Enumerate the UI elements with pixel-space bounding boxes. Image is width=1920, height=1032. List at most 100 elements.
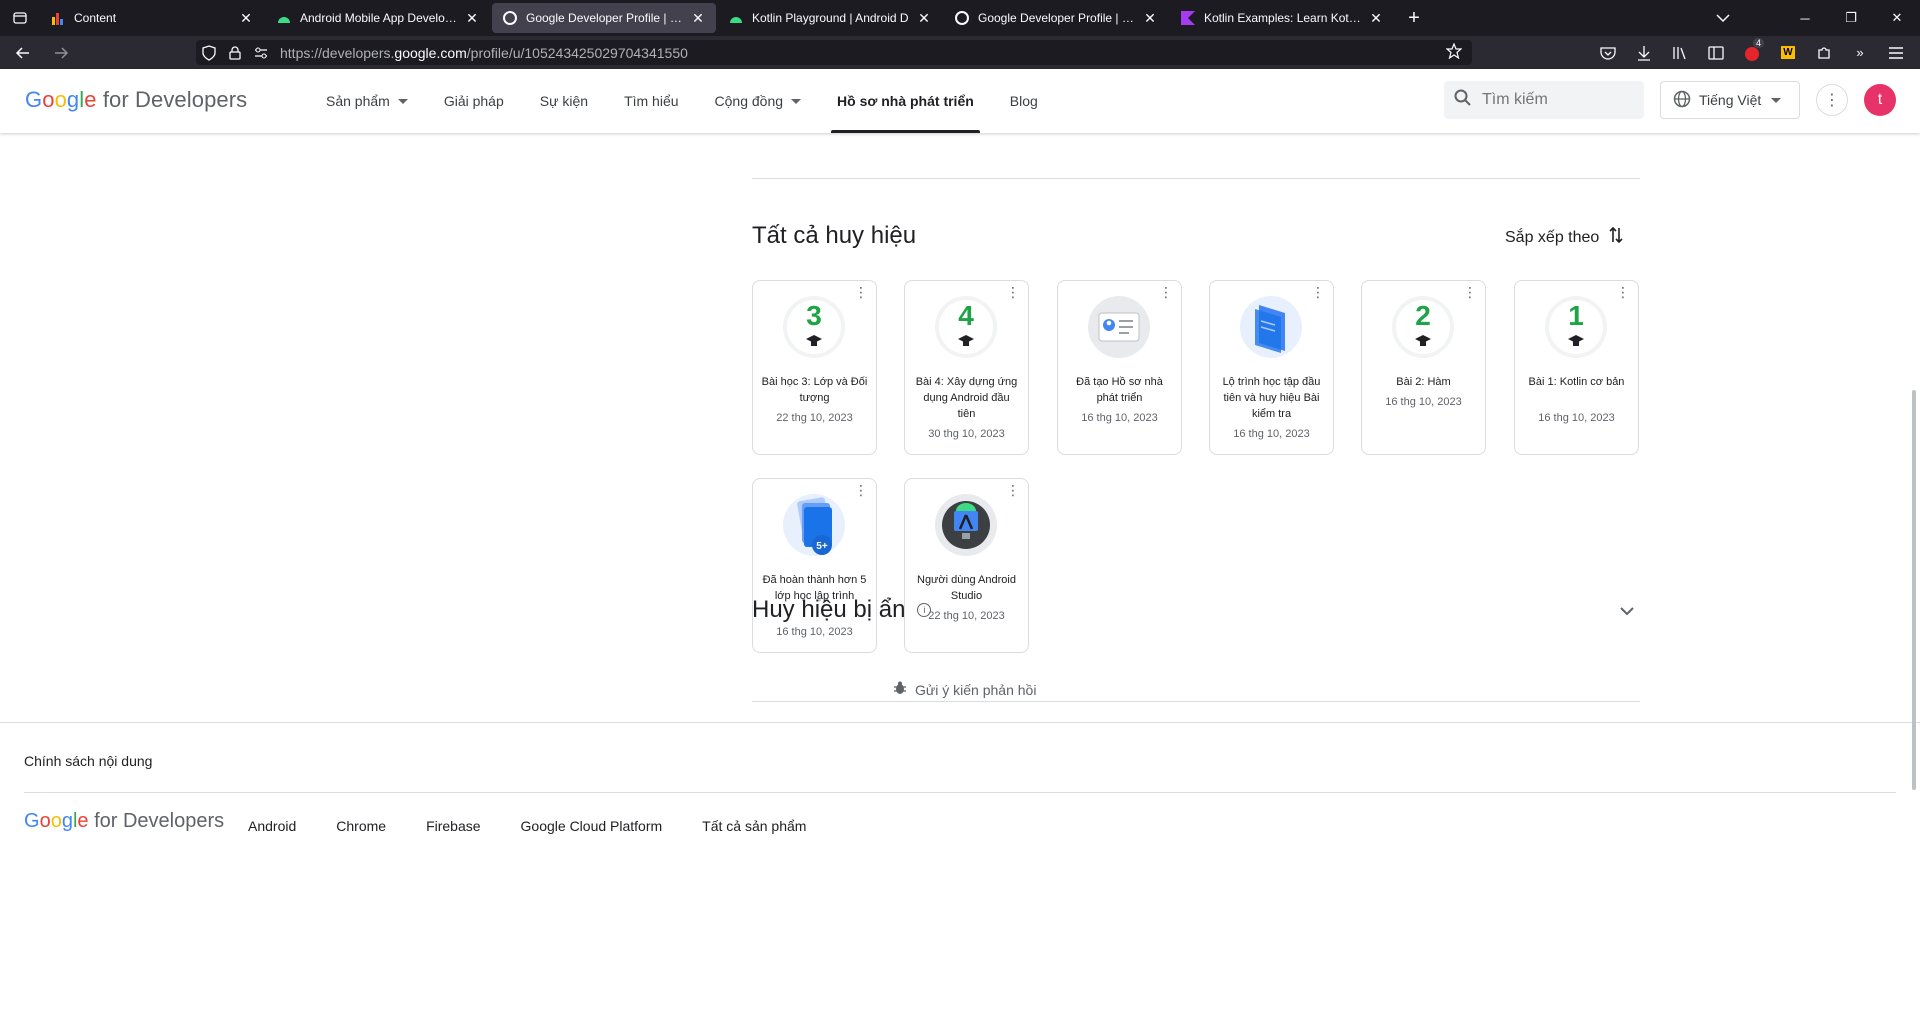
more-vertical-icon[interactable]: ⋮ (1311, 285, 1325, 299)
google-for-developers-logo[interactable]: Google for Developers (25, 87, 247, 113)
footer-link-chrome[interactable]: Chrome (336, 818, 386, 834)
more-vertical-icon[interactable]: ⋮ (1463, 285, 1477, 299)
app-menu-icon[interactable] (1878, 36, 1914, 69)
close-tab-icon[interactable]: ✕ (1368, 10, 1384, 26)
lock-icon[interactable] (222, 45, 248, 60)
chart-favicon-icon (50, 10, 66, 26)
badge-card[interactable]: ⋮ 2 Bài 2: Hàm 16 thg 10, 2023 (1361, 280, 1486, 455)
download-icon[interactable] (1626, 36, 1662, 69)
sort-button[interactable]: Sắp xếp theo (1505, 226, 1623, 249)
close-tab-icon[interactable]: ✕ (916, 10, 932, 26)
footer-link-android[interactable]: Android (248, 818, 296, 834)
more-vertical-icon[interactable]: ⋮ (1006, 285, 1020, 299)
nav-item-learn[interactable]: Tìm hiểu (606, 69, 696, 133)
close-tab-icon[interactable]: ✕ (690, 10, 706, 26)
nav-item-community[interactable]: Cộng đồng (697, 69, 820, 133)
nav-item-events[interactable]: Sự kiện (522, 69, 606, 133)
permissions-icon[interactable] (248, 47, 274, 59)
pocket-icon[interactable] (1590, 36, 1626, 69)
browser-nav-bar: https://developers.google.com/profile/u/… (0, 36, 1920, 69)
send-feedback-link[interactable]: Gửi ý kiến phản hồi (893, 681, 1036, 698)
info-icon[interactable]: i (917, 603, 932, 617)
main-content: Tất cả huy hiệu Sắp xếp theo ⋮ 3 Bài học… (0, 133, 1920, 1032)
content-policy-link[interactable]: Chính sách nội dung (24, 753, 152, 769)
forward-icon[interactable] (46, 38, 76, 68)
badge-card[interactable]: ⋮ 1 Bài 1: Kotlin cơ bản 16 thg 10, 2023 (1514, 280, 1639, 455)
hidden-badges-title[interactable]: Huy hiệu bị ẩn i (752, 596, 932, 624)
badge-card[interactable]: ⋮ Lộ trình học tập đầu tiên và huy hiệu … (1209, 280, 1334, 455)
badge-name: Lộ trình học tập đầu tiên và huy hiệu Bà… (1222, 376, 1321, 420)
badge-card[interactable]: ⋮ Người dùng Android Studio 22 thg 10, 2… (904, 478, 1029, 653)
avatar[interactable]: t (1864, 84, 1896, 116)
bookmark-star-icon[interactable] (1445, 42, 1463, 62)
chevron-down-icon[interactable] (1620, 603, 1634, 621)
google-favicon-icon (502, 10, 518, 26)
url-bar[interactable]: https://developers.google.com/profile/u/… (196, 40, 1472, 65)
close-tab-icon[interactable]: ✕ (464, 10, 480, 26)
browser-tab-active[interactable]: Google Developer Profile | Goo ✕ (492, 3, 716, 33)
list-all-tabs-icon[interactable] (1705, 0, 1741, 36)
section-divider (752, 178, 1640, 179)
minimize-icon[interactable]: ─ (1782, 0, 1828, 36)
svg-text:5+: 5+ (816, 541, 828, 552)
more-vertical-icon[interactable]: ⋮ (1006, 483, 1020, 497)
tab-title: Google Developer Profile | Goo (978, 11, 1136, 25)
badge-card[interactable]: ⋮ 3 Bài học 3: Lớp và Đối tượng 22 thg 1… (752, 280, 877, 455)
language-selector[interactable]: Tiếng Việt (1660, 81, 1800, 119)
codelabs-5plus-badge-icon: 5+ (783, 494, 845, 556)
url-text: https://developers.google.com/profile/u/… (280, 44, 688, 61)
more-vertical-icon[interactable]: ⋮ (854, 483, 868, 497)
badge-card[interactable]: ⋮ 4 Bài 4: Xây dựng ứng dụng Android đầu… (904, 280, 1029, 455)
globe-icon (1673, 90, 1691, 111)
browser-tab[interactable]: Android Mobile App Developer ✕ (266, 3, 490, 33)
back-icon[interactable] (8, 38, 38, 68)
profile-card-badge-icon (1088, 296, 1150, 358)
android-studio-badge-icon (935, 494, 997, 556)
close-window-icon[interactable]: ✕ (1874, 0, 1920, 36)
browser-tab[interactable]: Google Developer Profile | Goo ✕ (944, 3, 1168, 33)
footer-divider (0, 722, 1920, 723)
browser-tab[interactable]: Kotlin Playground | Android D ✕ (718, 3, 942, 33)
nav-item-solutions[interactable]: Giải pháp (426, 69, 522, 133)
badge-name: Bài 4: Xây dựng ứng dụng Android đầu tiê… (915, 376, 1018, 420)
badge-date: 16 thg 10, 2023 (1081, 412, 1158, 424)
more-vertical-icon[interactable]: ⋮ (1159, 285, 1173, 299)
close-tab-icon[interactable]: ✕ (1142, 10, 1158, 26)
badge-card[interactable]: ⋮ Đã tạo Hồ sơ nhà phát triển 16 thg 10,… (1057, 280, 1182, 455)
browser-tab[interactable]: Content ✕ (40, 3, 264, 33)
footer-google-for-developers-logo[interactable]: Google for Developers (24, 810, 224, 833)
language-label: Tiếng Việt (1699, 92, 1762, 108)
number-4-badge-icon: 4 (935, 296, 997, 358)
extensions-puzzle-icon[interactable] (1806, 36, 1842, 69)
more-vertical-icon[interactable]: ⋮ (1816, 84, 1848, 116)
badge-card[interactable]: ⋮ 5+ Đã hoàn thành hơn 5 lớp học lập trì… (752, 478, 877, 653)
caret-down-icon (397, 98, 408, 104)
search-box[interactable] (1444, 81, 1644, 119)
search-input[interactable] (1482, 91, 1632, 109)
bug-icon (893, 681, 907, 698)
more-tools-icon[interactable]: » (1842, 36, 1878, 69)
more-vertical-icon[interactable]: ⋮ (854, 285, 868, 299)
tab-list-icon[interactable] (0, 0, 40, 36)
learning-path-badge-icon (1240, 296, 1302, 358)
more-vertical-icon[interactable]: ⋮ (1616, 285, 1630, 299)
footer-link-all-products[interactable]: Tất cả sản phẩm (702, 818, 806, 834)
shield-icon[interactable] (196, 44, 222, 61)
tab-title: Kotlin Playground | Android D (752, 11, 909, 25)
page-scrollbar[interactable] (1912, 390, 1916, 790)
close-tab-icon[interactable]: ✕ (238, 10, 254, 26)
footer-link-google-cloud[interactable]: Google Cloud Platform (521, 818, 663, 834)
extension-w-icon[interactable]: W (1770, 36, 1806, 69)
new-tab-icon[interactable]: + (1396, 3, 1432, 33)
library-icon[interactable] (1662, 36, 1698, 69)
restore-icon[interactable]: ❐ (1828, 0, 1874, 36)
number-3-badge-icon: 3 (783, 296, 845, 358)
browser-tab[interactable]: Kotlin Examples: Learn Kotlin P ✕ (1170, 3, 1394, 33)
nav-item-developer-profile[interactable]: Hồ sơ nhà phát triển (819, 69, 992, 133)
badge-date: 16 thg 10, 2023 (1538, 412, 1615, 424)
nav-item-products[interactable]: Sản phẩm (308, 69, 426, 133)
nav-item-blog[interactable]: Blog (992, 69, 1056, 133)
adblock-extension-icon[interactable]: 4 (1734, 36, 1770, 69)
footer-link-firebase[interactable]: Firebase (426, 818, 480, 834)
sidebar-icon[interactable] (1698, 36, 1734, 69)
